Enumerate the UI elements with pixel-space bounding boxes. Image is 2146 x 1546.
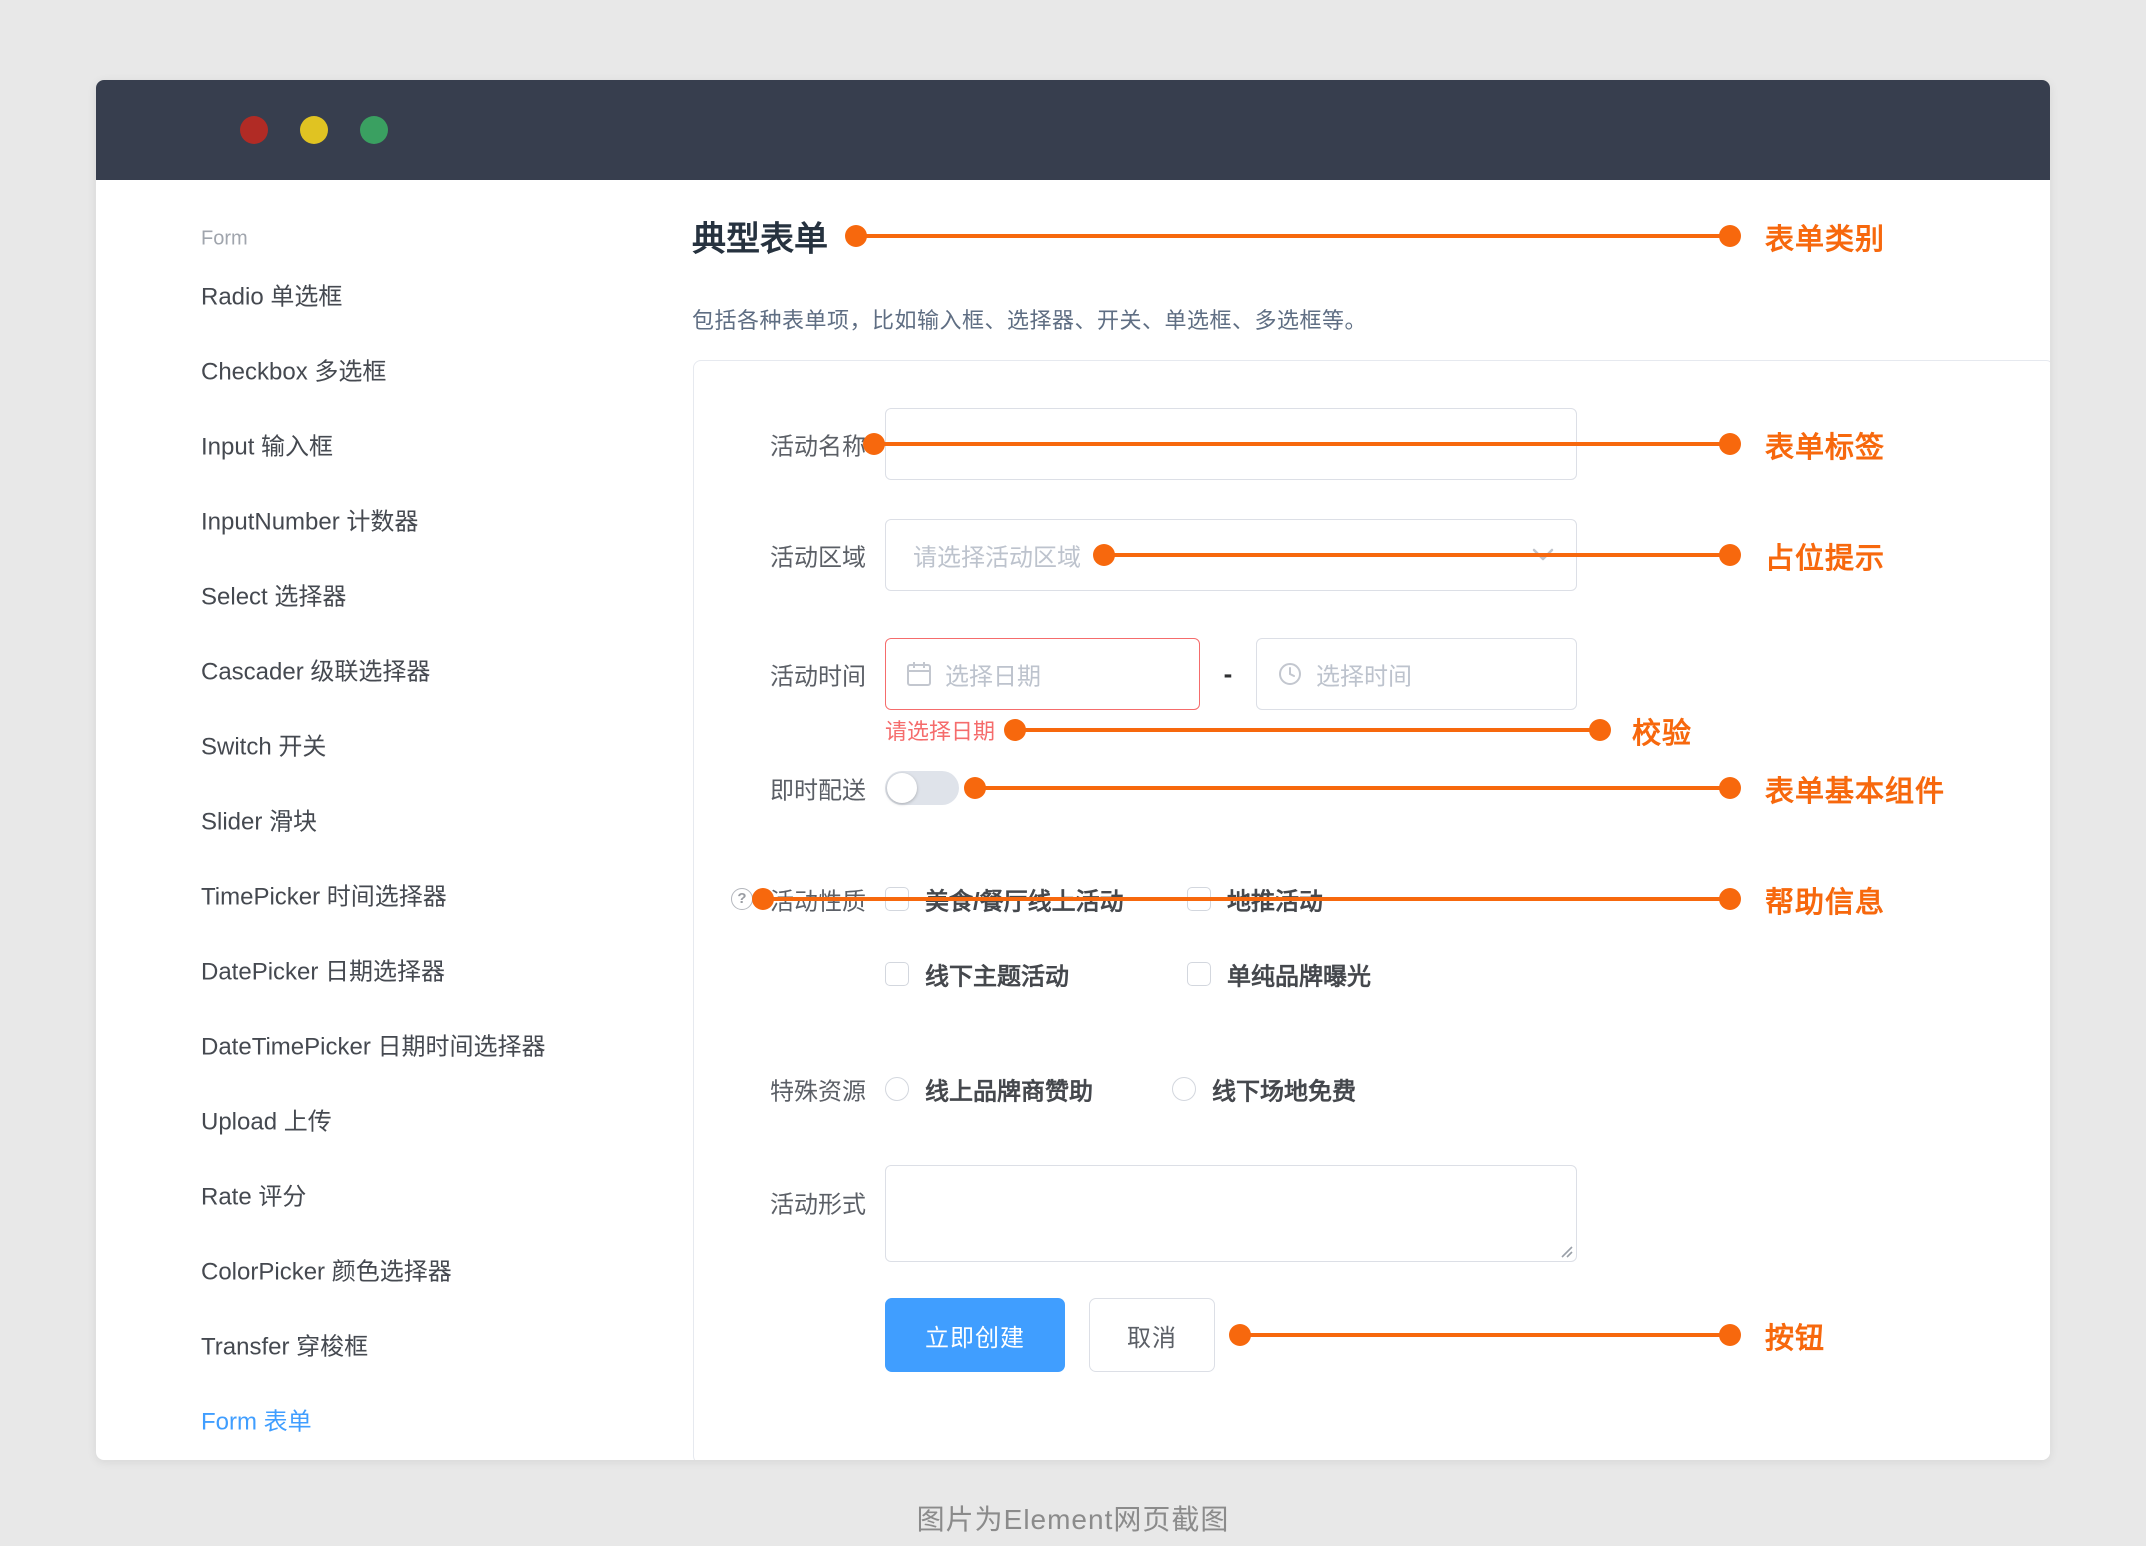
field-label-activity-time: 活动时间 bbox=[770, 663, 866, 691]
annotation-label-form-label: 表单标签 bbox=[1765, 432, 1886, 464]
sidebar-item-transfer[interactable]: Transfer 穿梭框 bbox=[201, 1327, 368, 1362]
sidebar-item-cascader[interactable]: Cascader 级联选择器 bbox=[201, 652, 430, 687]
sidebar-item-input[interactable]: Input 输入框 bbox=[201, 427, 333, 462]
annotation-line-validation bbox=[1015, 728, 1600, 732]
sidebar-item-radio[interactable]: Radio 单选框 bbox=[201, 277, 342, 312]
calendar-icon bbox=[906, 661, 932, 687]
radio-online-brand-sponsor[interactable] bbox=[885, 1077, 909, 1101]
annotation-dot bbox=[1719, 225, 1741, 247]
sidebar-item-upload[interactable]: Upload 上传 bbox=[201, 1102, 332, 1137]
zoom-window-icon[interactable] bbox=[360, 116, 388, 144]
sidebar-item-select[interactable]: Select 选择器 bbox=[201, 577, 346, 612]
range-separator: - bbox=[1223, 658, 1233, 689]
sidebar-item-checkbox[interactable]: Checkbox 多选框 bbox=[201, 352, 386, 387]
annotation-dot bbox=[964, 777, 986, 799]
sidebar-item-timepicker[interactable]: TimePicker 时间选择器 bbox=[201, 877, 447, 912]
clock-icon bbox=[1278, 662, 1302, 686]
field-label-instant-delivery: 即时配送 bbox=[770, 777, 866, 805]
checkbox-label-brand-exposure[interactable]: 单纯品牌曝光 bbox=[1227, 957, 1371, 992]
annotation-dot bbox=[1589, 719, 1611, 741]
time-picker-placeholder: 选择时间 bbox=[1316, 663, 1412, 691]
sidebar-item-slider[interactable]: Slider 滑块 bbox=[201, 802, 317, 837]
field-label-activity-form: 活动形式 bbox=[770, 1191, 866, 1219]
checkbox-brand-exposure[interactable] bbox=[1187, 962, 1211, 986]
cancel-button[interactable]: 取消 bbox=[1089, 1298, 1215, 1372]
annotation-label-help-info: 帮助信息 bbox=[1765, 887, 1886, 919]
annotation-label-buttons: 按钮 bbox=[1765, 1323, 1826, 1355]
validation-error-text: 请选择日期 bbox=[885, 719, 996, 744]
annotation-dot bbox=[1004, 719, 1026, 741]
field-label-special-resources: 特殊资源 bbox=[770, 1078, 866, 1106]
date-picker-input[interactable] bbox=[885, 638, 1200, 710]
image-caption: 图片为Element网页截图 bbox=[916, 1504, 1230, 1535]
sidebar-item-form[interactable]: Form 表单 bbox=[201, 1402, 312, 1437]
sidebar-section-form: Form bbox=[201, 227, 248, 250]
annotation-dot bbox=[1093, 544, 1115, 566]
annotation-line-help-info bbox=[763, 897, 1730, 901]
annotation-dot bbox=[1719, 433, 1741, 455]
page-description: 包括各种表单项，比如输入框、选择器、开关、单选框、多选框等。 bbox=[692, 308, 1368, 333]
time-picker-input[interactable] bbox=[1256, 638, 1577, 710]
annotation-dot bbox=[845, 225, 867, 247]
activity-form-textarea[interactable] bbox=[885, 1165, 1577, 1262]
annotation-dot bbox=[1719, 544, 1741, 566]
annotation-line-placeholder bbox=[1104, 553, 1730, 557]
checkbox-offline-theme[interactable] bbox=[885, 962, 909, 986]
field-label-activity-zone: 活动区域 bbox=[770, 544, 866, 572]
sidebar-item-switch[interactable]: Switch 开关 bbox=[201, 727, 326, 762]
sidebar-item-rate[interactable]: Rate 评分 bbox=[201, 1177, 306, 1212]
annotation-label-form-category: 表单类别 bbox=[1765, 224, 1886, 256]
radio-offline-venue-free[interactable] bbox=[1172, 1077, 1196, 1101]
annotation-label-validation: 校验 bbox=[1632, 718, 1693, 750]
field-label-activity-name: 活动名称 bbox=[770, 433, 866, 461]
switch-knob bbox=[887, 773, 917, 803]
page-title: 典型表单 bbox=[692, 220, 828, 259]
annotation-dot bbox=[1719, 1324, 1741, 1346]
window-titlebar bbox=[96, 80, 2050, 180]
date-picker-placeholder: 选择日期 bbox=[945, 663, 1041, 691]
instant-delivery-switch[interactable] bbox=[885, 771, 959, 805]
create-button[interactable]: 立即创建 bbox=[885, 1298, 1065, 1372]
sidebar-item-datetimepicker[interactable]: DateTimePicker 日期时间选择器 bbox=[201, 1027, 545, 1062]
browser-window: Form Radio 单选框 Checkbox 多选框 Input 输入框 In… bbox=[96, 80, 2050, 1460]
annotation-dot bbox=[752, 888, 774, 910]
page: { "sidebar": { "section": "Form", "items… bbox=[0, 0, 2146, 1546]
radio-label-online-brand-sponsor[interactable]: 线上品牌商赞助 bbox=[925, 1072, 1093, 1107]
annotation-dot bbox=[863, 433, 885, 455]
close-window-icon[interactable] bbox=[240, 116, 268, 144]
annotation-dot bbox=[1229, 1324, 1251, 1346]
annotation-line-form-label bbox=[874, 442, 1730, 446]
sidebar-item-colorpicker[interactable]: ColorPicker 颜色选择器 bbox=[201, 1252, 452, 1287]
checkbox-label-offline-theme[interactable]: 线下主题活动 bbox=[925, 957, 1069, 992]
annotation-dot bbox=[1719, 777, 1741, 799]
annotation-line-buttons bbox=[1240, 1333, 1730, 1337]
sidebar-item-inputnumber[interactable]: InputNumber 计数器 bbox=[201, 502, 418, 537]
resize-handle-icon[interactable] bbox=[1559, 1244, 1573, 1258]
annotation-label-placeholder: 占位提示 bbox=[1765, 543, 1886, 575]
annotation-dot bbox=[1719, 888, 1741, 910]
activity-zone-placeholder: 请选择活动区域 bbox=[913, 544, 1081, 572]
annotation-line-basic-components bbox=[975, 786, 1730, 790]
annotation-line-form-category bbox=[856, 234, 1730, 238]
minimize-window-icon[interactable] bbox=[300, 116, 328, 144]
annotation-label-basic-components: 表单基本组件 bbox=[1765, 776, 1946, 808]
radio-label-offline-venue-free[interactable]: 线下场地免费 bbox=[1212, 1072, 1356, 1107]
sidebar-item-datepicker[interactable]: DatePicker 日期选择器 bbox=[201, 952, 445, 987]
